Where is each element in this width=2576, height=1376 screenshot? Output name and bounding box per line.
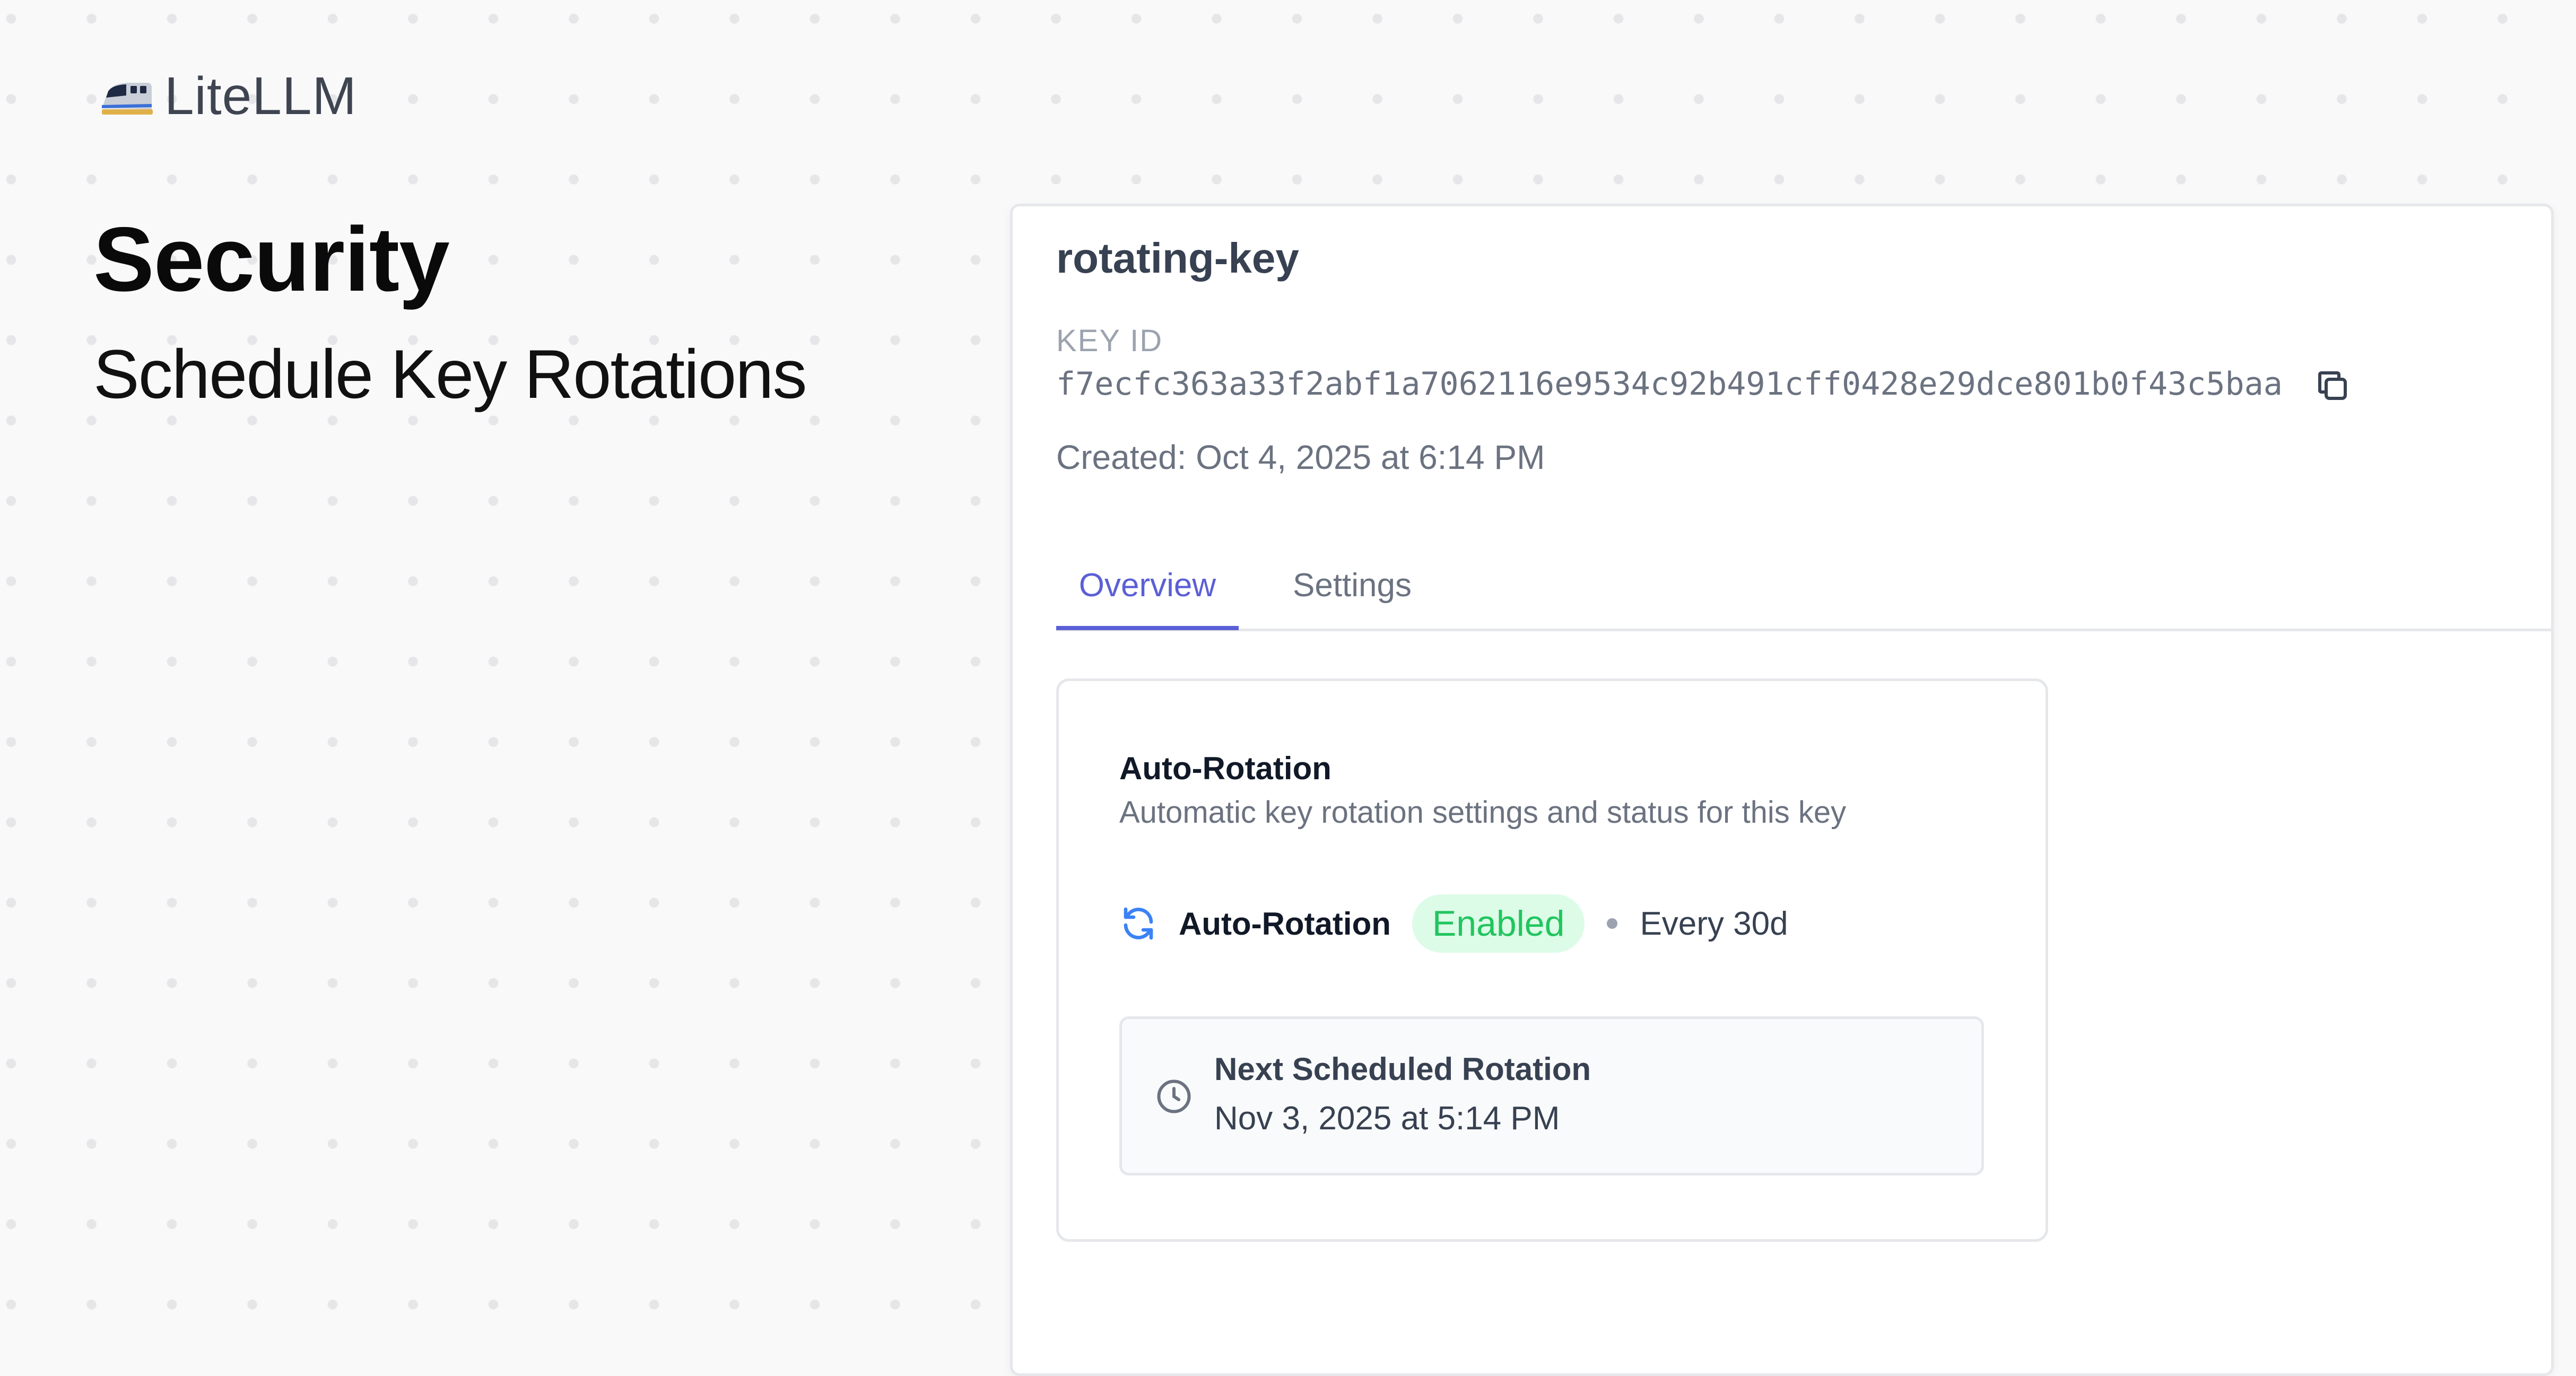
tab-overview[interactable]: Overview xyxy=(1056,556,1239,630)
card-description: Automatic key rotation settings and stat… xyxy=(1119,795,1847,830)
card-title: Auto-Rotation xyxy=(1119,751,1331,786)
key-details-panel: rotating-key KEY ID f7ecfc363a33f2abf1a7… xyxy=(1010,204,2554,1376)
created-date: Created: Oct 4, 2025 at 6:14 PM xyxy=(1056,438,1545,476)
next-rotation-box: Next Scheduled Rotation Nov 3, 2025 at 5… xyxy=(1119,1016,1984,1175)
bullet-train-icon xyxy=(102,82,153,115)
key-id-label: KEY ID xyxy=(1056,324,1163,358)
page-title: Security xyxy=(93,208,450,310)
separator-dot xyxy=(1607,918,1618,929)
next-rotation-date: Nov 3, 2025 at 5:14 PM xyxy=(1214,1100,1560,1137)
tab-settings[interactable]: Settings xyxy=(1293,556,1412,626)
copy-icon[interactable] xyxy=(2313,367,2352,405)
rotation-status-row: Auto-Rotation Enabled Every 30d xyxy=(1119,894,1788,953)
brand-logo: LiteLLM xyxy=(99,66,357,127)
key-id-value: f7ecfc363a33f2abf1a7062116e9534c92b491cf… xyxy=(1056,365,2283,403)
status-badge: Enabled xyxy=(1412,894,1585,953)
status-label: Auto-Rotation xyxy=(1179,905,1391,942)
next-rotation-title: Next Scheduled Rotation xyxy=(1214,1051,1591,1087)
tab-bar: Overview Settings xyxy=(1056,556,2551,631)
clock-icon xyxy=(1157,1079,1191,1113)
page-subtitle: Schedule Key Rotations xyxy=(93,335,807,413)
key-name: rotating-key xyxy=(1056,234,1299,282)
brand-name: LiteLLM xyxy=(164,66,357,126)
auto-rotation-card: Auto-Rotation Automatic key rotation set… xyxy=(1056,678,2048,1242)
refresh-icon xyxy=(1124,907,1153,940)
rotation-frequency: Every 30d xyxy=(1640,905,1788,942)
